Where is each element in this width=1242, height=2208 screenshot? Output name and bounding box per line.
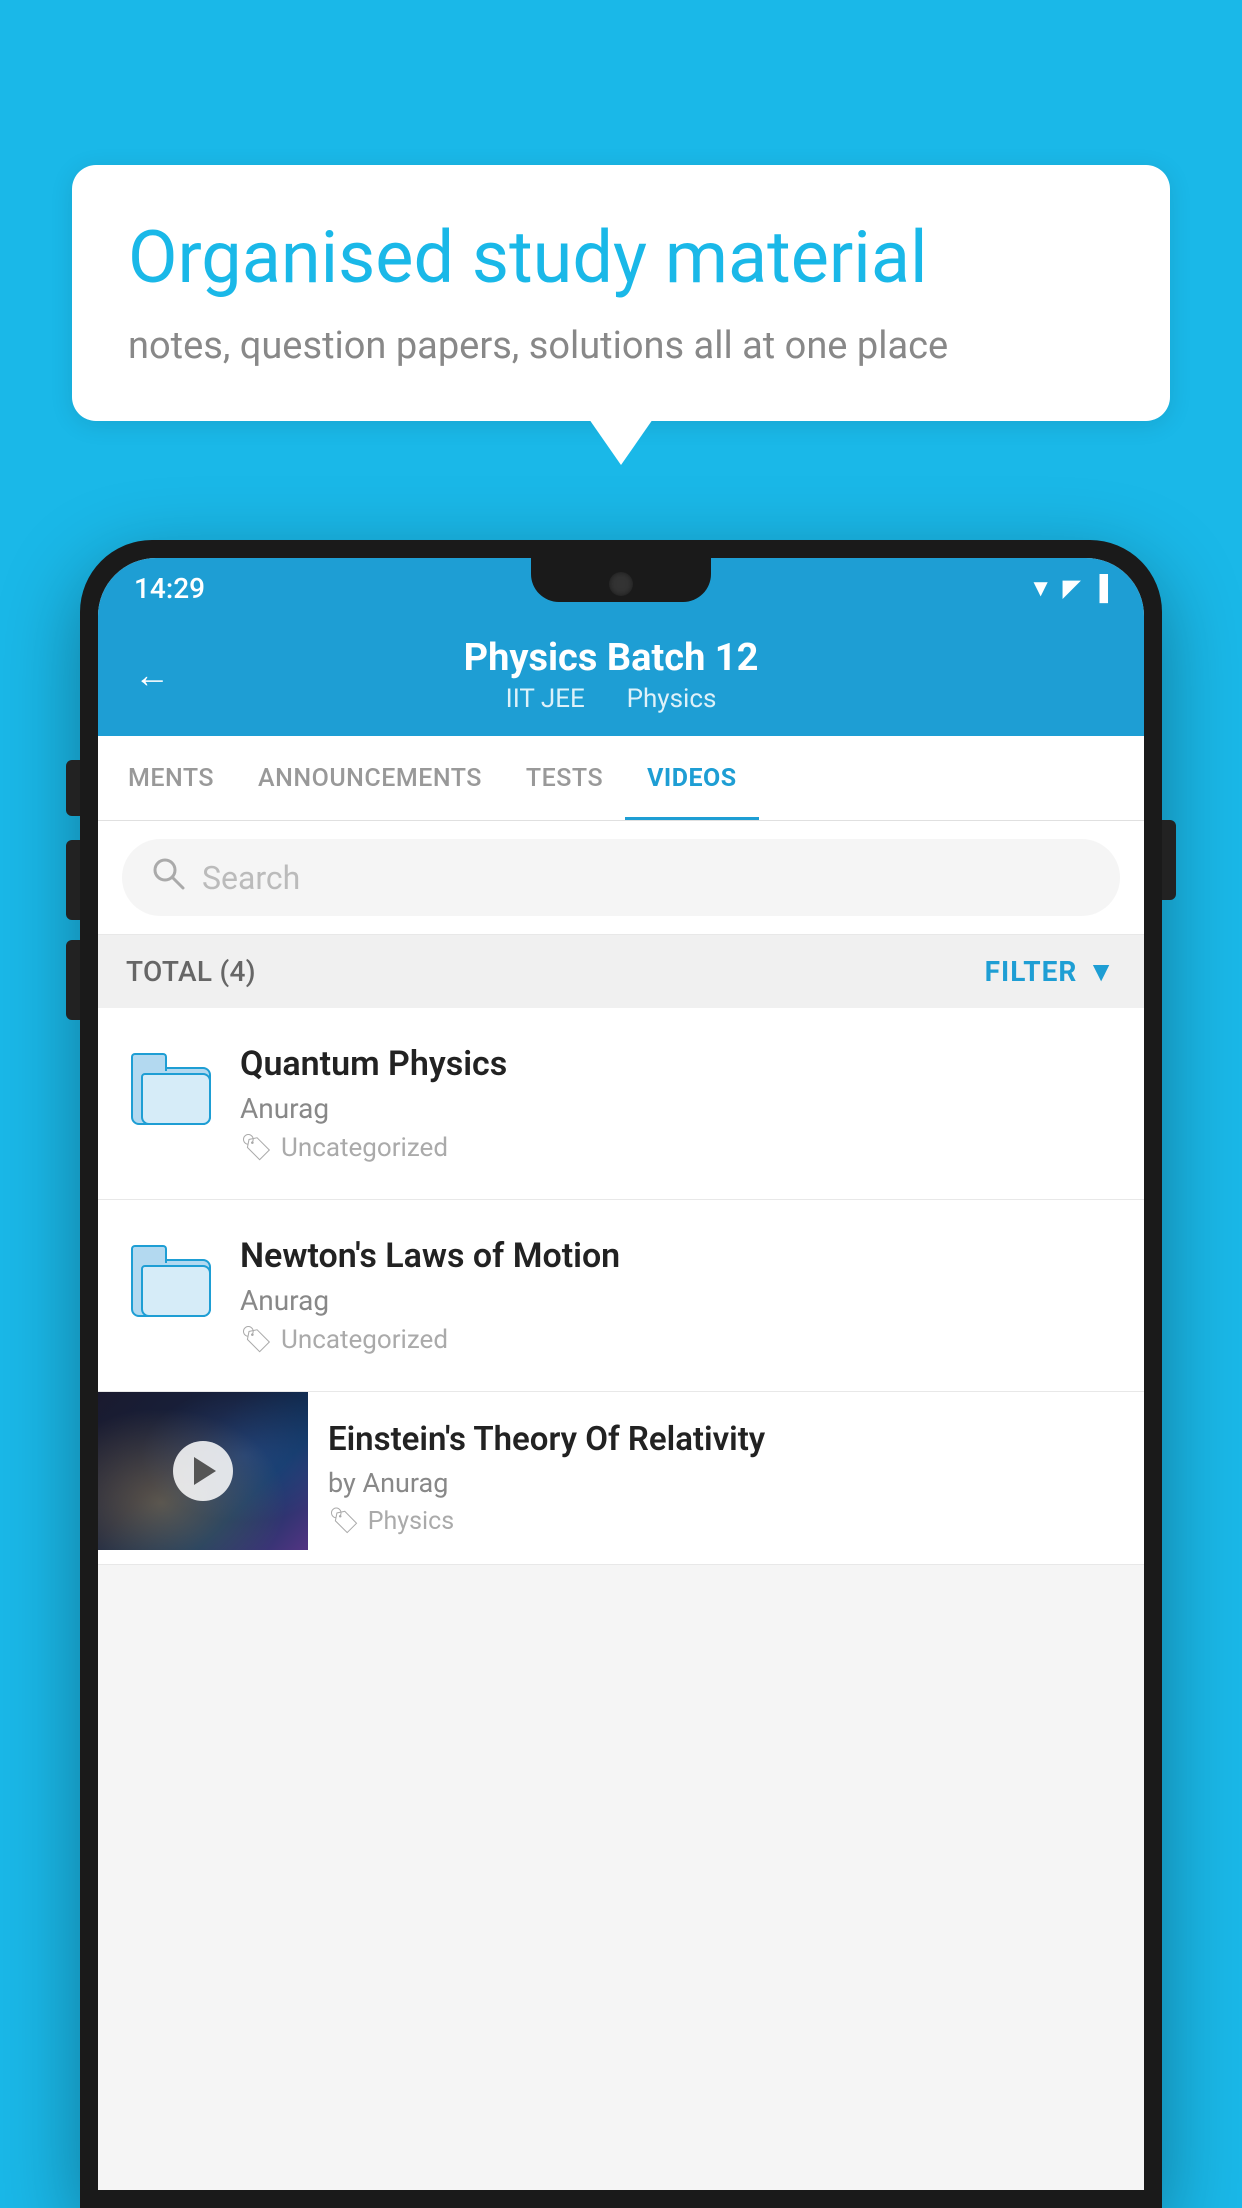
search-input[interactable]: Search [202, 859, 300, 897]
header-sub-part2: Physics [627, 684, 717, 714]
header-title-block: Physics Batch 12 IIT JEE Physics [190, 636, 1032, 714]
list-item-video[interactable]: Einstein's Theory Of Relativity by Anura… [98, 1392, 1144, 1565]
filter-icon: ▼ [1087, 955, 1116, 988]
header-subtitle: IIT JEE Physics [190, 684, 1032, 714]
battery-icon: ▐ [1091, 574, 1108, 603]
total-count: TOTAL (4) [126, 955, 256, 988]
tag-icon: 🏷 [240, 1325, 273, 1355]
search-bar-container: Search [98, 821, 1144, 935]
video-thumbnail [98, 1392, 308, 1550]
bubble-subtitle: notes, question papers, solutions all at… [128, 320, 1114, 373]
tag-label: Physics [368, 1507, 454, 1536]
filter-label: FILTER [985, 955, 1078, 988]
header-main-title: Physics Batch 12 [190, 636, 1032, 680]
tab-videos[interactable]: VIDEOS [625, 736, 759, 820]
item-author: Anurag [240, 1284, 1116, 1317]
item-info: Newton's Laws of Motion Anurag 🏷 Uncateg… [240, 1236, 1116, 1355]
wifi-icon: ▼ [1029, 574, 1053, 603]
mute-button [66, 760, 80, 816]
filter-button[interactable]: FILTER ▼ [985, 955, 1116, 988]
list-item[interactable]: Newton's Laws of Motion Anurag 🏷 Uncateg… [98, 1200, 1144, 1392]
status-time: 14:29 [134, 572, 205, 605]
bubble-title: Organised study material [128, 217, 1114, 300]
item-author: Anurag [240, 1092, 1116, 1125]
tag-icon: 🏷 [328, 1507, 360, 1536]
video-author: by Anurag [328, 1467, 1124, 1499]
phone-frame: 14:29 ▼ ◤ ▐ ← Physics Batch 12 IIT JEE P… [80, 540, 1162, 2208]
folder-front [141, 1073, 211, 1125]
tag-icon: 🏷 [240, 1133, 273, 1163]
folder-icon [131, 1053, 211, 1125]
speech-bubble: Organised study material notes, question… [72, 165, 1170, 421]
filter-bar: TOTAL (4) FILTER ▼ [98, 935, 1144, 1008]
play-button[interactable] [173, 1441, 233, 1501]
video-tag: 🏷 Physics [328, 1507, 1124, 1536]
video-title: Einstein's Theory Of Relativity [328, 1420, 1124, 1459]
folder-tab [131, 1053, 167, 1071]
tab-ments[interactable]: MENTS [106, 736, 236, 820]
folder-icon-wrap [126, 1236, 216, 1326]
play-triangle-icon [194, 1457, 216, 1485]
camera [609, 572, 633, 596]
folder-front [141, 1265, 211, 1317]
volume-up-button [66, 840, 80, 920]
status-icons: ▼ ◤ ▐ [1029, 574, 1108, 603]
tab-bar: MENTS ANNOUNCEMENTS TESTS VIDEOS [98, 736, 1144, 821]
app-header: ← Physics Batch 12 IIT JEE Physics [98, 618, 1144, 736]
tab-announcements[interactable]: ANNOUNCEMENTS [236, 736, 504, 820]
folder-tab [131, 1245, 167, 1263]
search-bar[interactable]: Search [122, 839, 1120, 916]
item-title: Quantum Physics [240, 1044, 1116, 1084]
search-icon [150, 855, 186, 900]
phone-screen: 14:29 ▼ ◤ ▐ ← Physics Batch 12 IIT JEE P… [98, 558, 1144, 2190]
signal-icon: ◤ [1063, 574, 1081, 602]
item-info: Quantum Physics Anurag 🏷 Uncategorized [240, 1044, 1116, 1163]
header-sub-part1: IIT JEE [506, 684, 585, 714]
list-item[interactable]: Quantum Physics Anurag 🏷 Uncategorized [98, 1008, 1144, 1200]
tag-label: Uncategorized [281, 1325, 448, 1355]
item-title: Newton's Laws of Motion [240, 1236, 1116, 1276]
back-button[interactable]: ← [134, 654, 170, 696]
tag-label: Uncategorized [281, 1133, 448, 1163]
item-tag: 🏷 Uncategorized [240, 1133, 1116, 1163]
video-info: Einstein's Theory Of Relativity by Anura… [308, 1392, 1144, 1564]
folder-icon-wrap [126, 1044, 216, 1134]
power-button [1162, 820, 1176, 900]
folder-icon [131, 1245, 211, 1317]
phone-notch [531, 558, 711, 602]
content-list: Quantum Physics Anurag 🏷 Uncategorized [98, 1008, 1144, 1565]
volume-down-button [66, 940, 80, 1020]
tab-tests[interactable]: TESTS [504, 736, 625, 820]
item-tag: 🏷 Uncategorized [240, 1325, 1116, 1355]
